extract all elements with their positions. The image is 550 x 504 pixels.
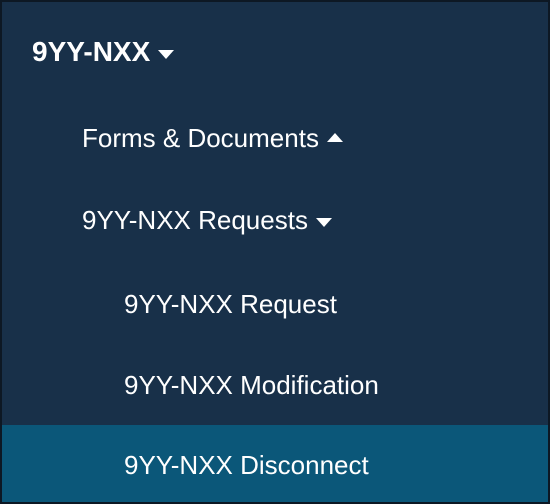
nav-item-9yy-nxx-request[interactable]: 9YY-NXX Request — [2, 276, 548, 332]
nav-item-label: 9YY-NXX Disconnect — [124, 450, 369, 480]
nav-item-forms-documents[interactable]: Forms & Documents — [2, 110, 548, 166]
caret-up-icon — [326, 132, 343, 142]
caret-down-icon — [315, 217, 332, 227]
nav-item-9yy-nxx-disconnect[interactable]: 9YY-NXX Disconnect — [2, 425, 548, 502]
nav-item-label: 9YY-NXX Request — [124, 288, 337, 319]
navigation-menu: 9YY-NXX Forms & Documents 9YY-NXX Reques… — [0, 0, 550, 504]
nav-item-label: 9YY-NXX Modification — [124, 369, 379, 400]
nav-item-9yy-nxx-requests[interactable]: 9YY-NXX Requests — [2, 192, 548, 248]
caret-down-icon — [158, 49, 175, 59]
nav-item-9yy-nxx[interactable]: 9YY-NXX — [2, 24, 548, 80]
nav-item-9yy-nxx-modification[interactable]: 9YY-NXX Modification — [2, 357, 548, 413]
nav-item-label: 9YY-NXX — [32, 36, 151, 67]
nav-item-label: Forms & Documents — [82, 122, 319, 153]
nav-item-label: 9YY-NXX Requests — [82, 204, 308, 235]
